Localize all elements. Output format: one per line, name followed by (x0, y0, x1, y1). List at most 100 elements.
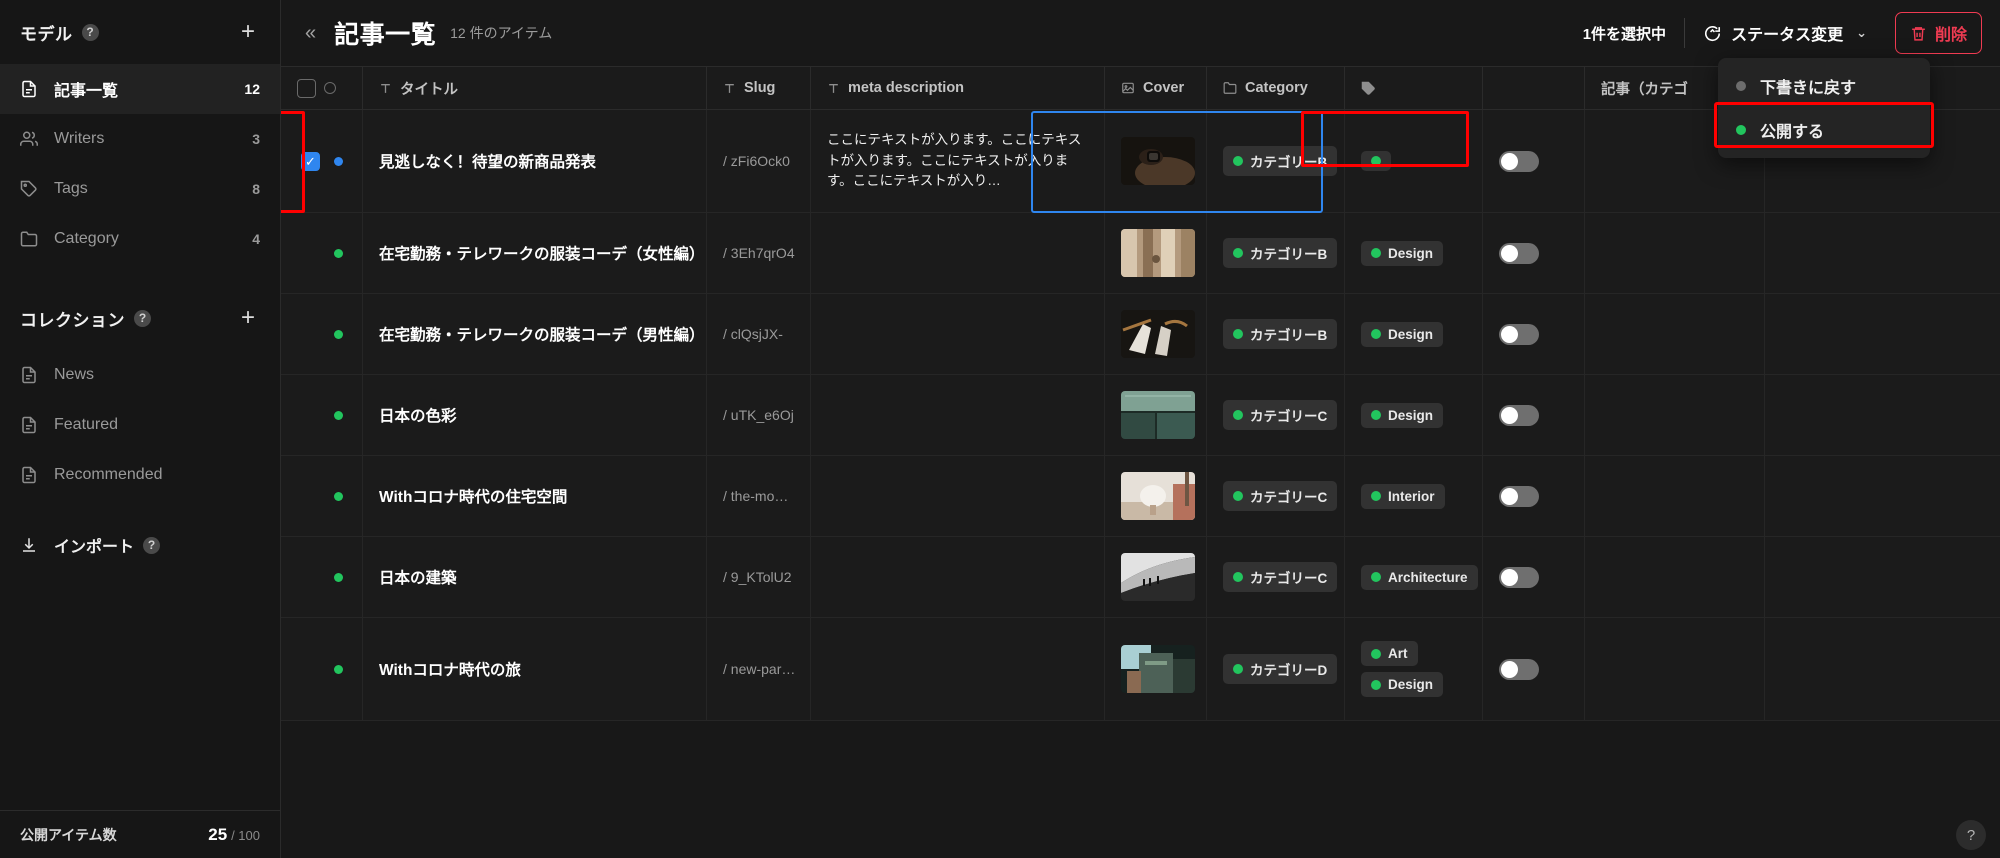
row-category-cell[interactable]: カテゴリーC (1207, 456, 1345, 536)
table-row[interactable]: 日本の色彩 / uTK_e6Oj カテゴリーC Design (281, 375, 2000, 456)
table-row[interactable]: 在宅勤務・テレワークの服装コーデ（女性編） / 3Eh7qrO4 カテゴリーB … (281, 213, 2000, 294)
row-toggle-cell[interactable] (1483, 294, 1585, 374)
column-header-cover[interactable]: Cover (1105, 66, 1207, 110)
row-title-cell[interactable]: 見逃しなく！待望の新商品発表 (363, 110, 707, 212)
row-cover-cell[interactable] (1105, 213, 1207, 293)
row-meta-cell[interactable] (811, 294, 1105, 374)
row-tag-cell[interactable]: Interior (1345, 456, 1483, 536)
column-header-tag[interactable] (1345, 66, 1483, 110)
row-cover-cell[interactable] (1105, 294, 1207, 374)
row-cover-cell[interactable] (1105, 618, 1207, 720)
column-header-toggle[interactable] (1483, 66, 1585, 110)
add-collection-button[interactable]: + (236, 306, 260, 330)
row-category-cell[interactable]: カテゴリーD (1207, 618, 1345, 720)
row-tag-cell[interactable]: Art Design (1345, 618, 1483, 720)
sidebar-item-writers[interactable]: Writers 3 (0, 114, 280, 164)
row-select-cell[interactable] (281, 456, 363, 536)
row-meta-cell[interactable] (811, 213, 1105, 293)
row-category-cell[interactable]: カテゴリーB (1207, 213, 1345, 293)
row-toggle-cell[interactable] (1483, 213, 1585, 293)
row-tag-cell[interactable]: Design (1345, 213, 1483, 293)
row-title-cell[interactable]: 日本の色彩 (363, 375, 707, 455)
table-row[interactable]: Withコロナ時代の旅 / new-par… カテゴリーD Art Design (281, 618, 2000, 721)
table-row[interactable]: 日本の建築 / 9_KTolU2 カテゴリーC Architecture (281, 537, 2000, 618)
row-toggle-cell[interactable] (1483, 375, 1585, 455)
row-related-cell[interactable] (1585, 213, 1765, 293)
sidebar-item-category[interactable]: Category 4 (0, 214, 280, 264)
row-related-cell[interactable] (1585, 375, 1765, 455)
sidebar-item-featured[interactable]: Featured (0, 400, 280, 450)
row-tag-cell[interactable]: Architecture (1345, 537, 1483, 617)
status-change-button[interactable]: ステータス変更 ⌄ (1691, 13, 1879, 53)
row-meta-cell[interactable] (811, 537, 1105, 617)
status-change-dropdown[interactable]: 下書きに戻す 公開する (1714, 58, 1934, 158)
row-cover-cell[interactable] (1105, 375, 1207, 455)
help-icon[interactable]: ? (134, 309, 151, 327)
row-toggle[interactable] (1499, 404, 1539, 426)
row-title-cell[interactable]: 在宅勤務・テレワークの服装コーデ（女性編） (363, 213, 707, 293)
row-category-cell[interactable]: カテゴリーB (1207, 110, 1345, 212)
row-slug-cell[interactable]: / 3Eh7qrO4 (707, 213, 811, 293)
column-header-title[interactable]: タイトル (363, 66, 707, 110)
row-select-cell[interactable] (281, 110, 363, 212)
row-toggle-cell[interactable] (1483, 618, 1585, 720)
help-icon[interactable]: ? (81, 23, 99, 41)
help-icon[interactable]: ? (143, 536, 161, 554)
row-select-cell[interactable] (281, 537, 363, 617)
row-toggle[interactable] (1499, 323, 1539, 345)
row-toggle[interactable] (1499, 485, 1539, 507)
column-header-category[interactable]: Category (1207, 66, 1345, 110)
select-all-header[interactable] (281, 66, 363, 110)
row-category-cell[interactable]: カテゴリーC (1207, 375, 1345, 455)
row-meta-cell[interactable]: ここにテキストが入ります。ここにテキストが入ります。ここにテキストが入ります。こ… (811, 110, 1105, 212)
sidebar-item-articles[interactable]: 記事一覧 12 (0, 64, 280, 114)
row-tag-cell[interactable] (1345, 110, 1483, 212)
row-related-cell[interactable] (1585, 294, 1765, 374)
add-model-button[interactable]: + (236, 20, 260, 44)
row-slug-cell[interactable]: / clQsjJX- (707, 294, 811, 374)
row-related-cell[interactable] (1585, 456, 1765, 536)
row-slug-cell[interactable]: / 9_KTolU2 (707, 537, 811, 617)
sidebar-item-tags[interactable]: Tags 8 (0, 164, 280, 214)
row-toggle-cell[interactable] (1483, 110, 1585, 212)
table-row[interactable]: 在宅勤務・テレワークの服装コーデ（男性編） / clQsjJX- カテゴリーB … (281, 294, 2000, 375)
column-header-meta-description[interactable]: meta description (811, 66, 1105, 110)
row-category-cell[interactable]: カテゴリーB (1207, 294, 1345, 374)
table-row[interactable]: Withコロナ時代の住宅空間 / the-mo… カテゴリーC Interior (281, 456, 2000, 537)
row-checkbox[interactable] (301, 151, 320, 171)
row-cover-cell[interactable] (1105, 537, 1207, 617)
row-category-cell[interactable]: カテゴリーC (1207, 537, 1345, 617)
row-cover-cell[interactable] (1105, 456, 1207, 536)
column-header-slug[interactable]: Slug (707, 66, 811, 110)
row-slug-cell[interactable]: / the-mo… (707, 456, 811, 536)
row-meta-cell[interactable] (811, 456, 1105, 536)
dropdown-item-revert-to-draft[interactable]: 下書きに戻す (1718, 64, 1930, 108)
row-title-cell[interactable]: 日本の建築 (363, 537, 707, 617)
row-cover-cell[interactable] (1105, 110, 1207, 212)
row-slug-cell[interactable]: / zFi6Ock0 (707, 110, 811, 212)
row-title-cell[interactable]: Withコロナ時代の住宅空間 (363, 456, 707, 536)
row-meta-cell[interactable] (811, 375, 1105, 455)
row-title-cell[interactable]: Withコロナ時代の旅 (363, 618, 707, 720)
row-select-cell[interactable] (281, 294, 363, 374)
delete-button[interactable]: 削除 (1894, 12, 1982, 54)
row-slug-cell[interactable]: / new-par… (707, 618, 811, 720)
row-related-cell[interactable] (1585, 618, 1765, 720)
select-all-checkbox[interactable] (297, 78, 316, 98)
help-fab-button[interactable]: ? (1956, 820, 1986, 850)
collapse-sidebar-icon[interactable]: « (297, 22, 324, 45)
row-toggle[interactable] (1499, 150, 1539, 172)
row-select-cell[interactable] (281, 375, 363, 455)
row-toggle[interactable] (1499, 658, 1539, 680)
import-button[interactable]: インポート ? (0, 520, 280, 570)
row-tag-cell[interactable]: Design (1345, 294, 1483, 374)
row-slug-cell[interactable]: / uTK_e6Oj (707, 375, 811, 455)
row-meta-cell[interactable] (811, 618, 1105, 720)
row-toggle-cell[interactable] (1483, 537, 1585, 617)
dropdown-item-publish[interactable]: 公開する (1718, 108, 1930, 152)
row-related-cell[interactable] (1585, 537, 1765, 617)
row-toggle[interactable] (1499, 242, 1539, 264)
row-select-cell[interactable] (281, 213, 363, 293)
sidebar-item-news[interactable]: News (0, 350, 280, 400)
row-title-cell[interactable]: 在宅勤務・テレワークの服装コーデ（男性編） (363, 294, 707, 374)
